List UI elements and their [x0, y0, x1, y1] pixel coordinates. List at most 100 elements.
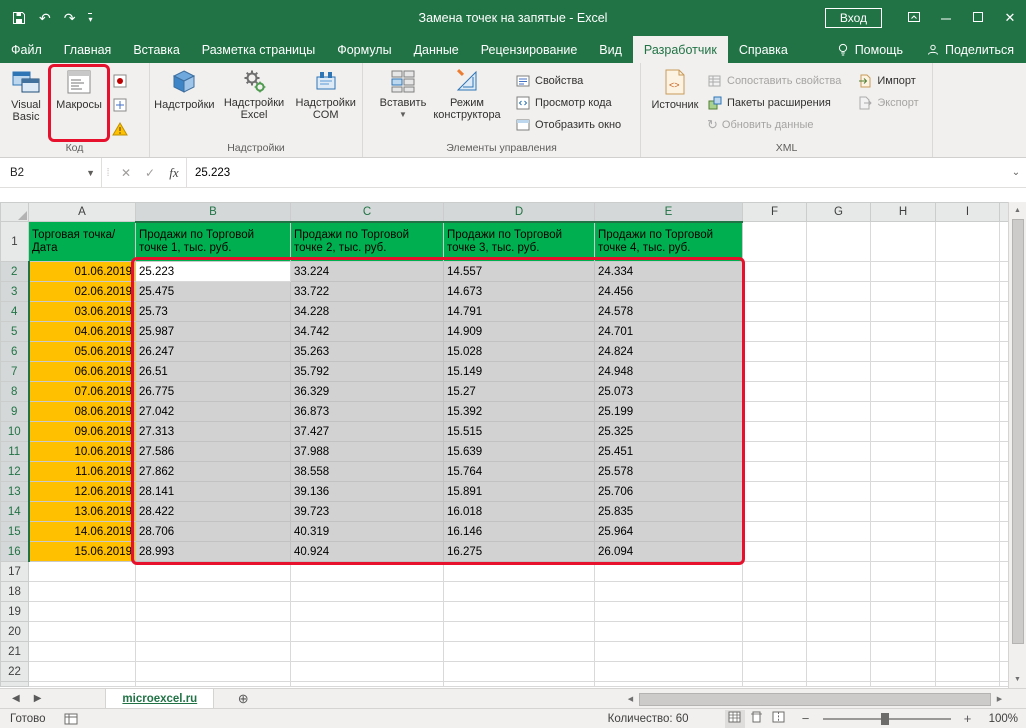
cell-H5[interactable]	[871, 322, 936, 342]
add-sheet-button[interactable]: ⊕	[230, 689, 256, 708]
cell-C17[interactable]	[291, 562, 444, 582]
column-header-H[interactable]: H	[871, 203, 936, 222]
column-header-E[interactable]: E	[595, 203, 743, 222]
cell-H21[interactable]	[871, 642, 936, 662]
cell-C1[interactable]: Продажи по Торговой точке 2, тыс. руб.	[291, 222, 444, 262]
row-header-4[interactable]: 4	[1, 302, 29, 322]
cell-G5[interactable]	[807, 322, 871, 342]
cell-C15[interactable]: 40.319	[291, 522, 444, 542]
column-header-I[interactable]: I	[936, 203, 1000, 222]
cell-E4[interactable]: 24.578	[595, 302, 743, 322]
cell-H12[interactable]	[871, 462, 936, 482]
cell-D7[interactable]: 15.149	[444, 362, 595, 382]
cell-F21[interactable]	[743, 642, 807, 662]
cell-A13[interactable]: 12.06.2019	[29, 482, 136, 502]
cell-I11[interactable]	[936, 442, 1000, 462]
cell-I4[interactable]	[936, 302, 1000, 322]
cell-H22[interactable]	[871, 662, 936, 682]
tab-Справка[interactable]: Справка	[728, 36, 799, 63]
cell-I7[interactable]	[936, 362, 1000, 382]
cell-A18[interactable]	[29, 582, 136, 602]
sheet-tab-microexcel[interactable]: microexcel.ru	[105, 689, 214, 708]
column-header-C[interactable]: C	[291, 203, 444, 222]
cell-B22[interactable]	[136, 662, 291, 682]
cell-A8[interactable]: 07.06.2019	[29, 382, 136, 402]
cell-F2[interactable]	[743, 262, 807, 282]
row-header-15[interactable]: 15	[1, 522, 29, 542]
cell-B13[interactable]: 28.141	[136, 482, 291, 502]
column-header-D[interactable]: D	[444, 203, 595, 222]
cell-C10[interactable]: 37.427	[291, 422, 444, 442]
cell-G17[interactable]	[807, 562, 871, 582]
cell-H3[interactable]	[871, 282, 936, 302]
cell-A6[interactable]: 05.06.2019	[29, 342, 136, 362]
cell-H16[interactable]	[871, 542, 936, 562]
cell-F18[interactable]	[743, 582, 807, 602]
v-scroll-up-icon[interactable]: ▲	[1009, 202, 1026, 219]
cell-F22[interactable]	[743, 662, 807, 682]
undo-button[interactable]: ↶	[39, 11, 51, 25]
tab-Разработчик[interactable]: Разработчик	[633, 36, 728, 63]
cell-D19[interactable]	[444, 602, 595, 622]
insert-function-button[interactable]: fx	[162, 158, 186, 187]
cell-D22[interactable]	[444, 662, 595, 682]
macro-security-button[interactable]	[108, 118, 138, 140]
cell-C12[interactable]: 38.558	[291, 462, 444, 482]
column-header-F[interactable]: F	[743, 203, 807, 222]
cell-H20[interactable]	[871, 622, 936, 642]
cell-E14[interactable]: 25.835	[595, 502, 743, 522]
cell-I6[interactable]	[936, 342, 1000, 362]
cell-E11[interactable]: 25.451	[595, 442, 743, 462]
row-header-17[interactable]: 17	[1, 562, 29, 582]
normal-view-button[interactable]	[725, 710, 745, 728]
cell-C22[interactable]	[291, 662, 444, 682]
vertical-scrollbar-thumb[interactable]	[1012, 219, 1024, 644]
cell-G4[interactable]	[807, 302, 871, 322]
cell-F4[interactable]	[743, 302, 807, 322]
cell-B9[interactable]: 27.042	[136, 402, 291, 422]
cell-F9[interactable]	[743, 402, 807, 422]
cell-H7[interactable]	[871, 362, 936, 382]
cell-A14[interactable]: 13.06.2019	[29, 502, 136, 522]
row-header-8[interactable]: 8	[1, 382, 29, 402]
row-header-2[interactable]: 2	[1, 262, 29, 282]
cell-E8[interactable]: 25.073	[595, 382, 743, 402]
cell-A17[interactable]	[29, 562, 136, 582]
row-header-22[interactable]: 22	[1, 662, 29, 682]
cell-C16[interactable]: 40.924	[291, 542, 444, 562]
cell-A10[interactable]: 09.06.2019	[29, 422, 136, 442]
cell-B5[interactable]: 25.987	[136, 322, 291, 342]
cell-I14[interactable]	[936, 502, 1000, 522]
tab-Вставка[interactable]: Вставка	[122, 36, 190, 63]
cell-D6[interactable]: 15.028	[444, 342, 595, 362]
cell-C19[interactable]	[291, 602, 444, 622]
cell-F19[interactable]	[743, 602, 807, 622]
cell-G16[interactable]	[807, 542, 871, 562]
cell-B18[interactable]	[136, 582, 291, 602]
cell-B16[interactable]: 28.993	[136, 542, 291, 562]
save-button[interactable]	[12, 11, 26, 25]
cell-C21[interactable]	[291, 642, 444, 662]
minimize-button[interactable]	[930, 0, 962, 36]
cell-G13[interactable]	[807, 482, 871, 502]
cell-G1[interactable]	[807, 222, 871, 262]
cell-D18[interactable]	[444, 582, 595, 602]
close-button[interactable]: ✕	[994, 0, 1026, 36]
cell-H8[interactable]	[871, 382, 936, 402]
cell-F11[interactable]	[743, 442, 807, 462]
cell-G8[interactable]	[807, 382, 871, 402]
row-header-18[interactable]: 18	[1, 582, 29, 602]
cell-F5[interactable]	[743, 322, 807, 342]
cell-I13[interactable]	[936, 482, 1000, 502]
cell-A15[interactable]: 14.06.2019	[29, 522, 136, 542]
column-header-G[interactable]: G	[807, 203, 871, 222]
zoom-out-button[interactable]: −	[799, 711, 813, 726]
horizontal-scrollbar-thumb[interactable]	[639, 693, 991, 706]
refresh-data-button[interactable]: ↻ Обновить данные	[703, 114, 845, 136]
cell-E13[interactable]: 25.706	[595, 482, 743, 502]
share-button[interactable]: Поделиться	[915, 36, 1026, 63]
zoom-in-button[interactable]: +	[961, 711, 975, 726]
cell-H17[interactable]	[871, 562, 936, 582]
page-layout-view-button[interactable]	[747, 710, 767, 728]
cell-G18[interactable]	[807, 582, 871, 602]
